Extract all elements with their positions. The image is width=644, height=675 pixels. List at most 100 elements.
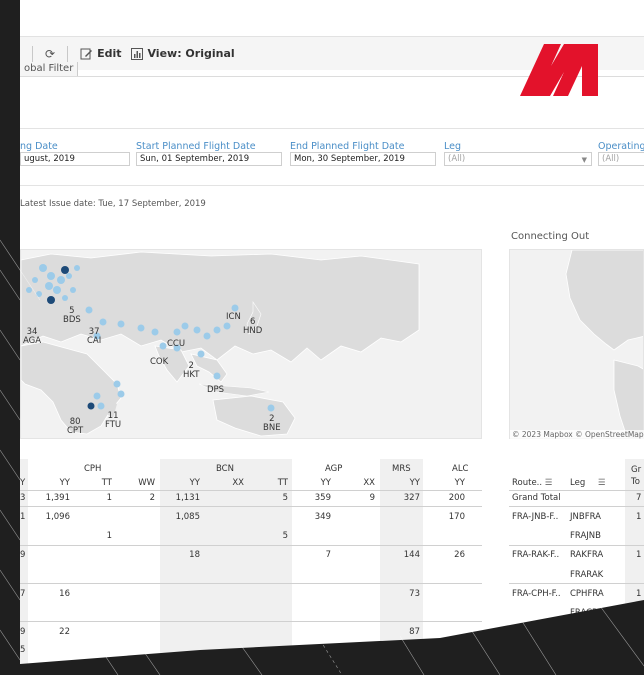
row-divider [20,545,482,546]
table-cell: 73 [409,589,420,599]
connecting-out-title: Connecting Out [511,231,590,242]
operating-select[interactable]: (All) [598,152,644,166]
edit-label: Edit [97,47,122,60]
header-route[interactable]: Route.. ☰ [512,478,552,488]
filter-label-end-date-partial: ng Date [20,141,58,152]
map-label-dps: DPS [207,386,224,395]
group-header-agp: AGP [325,464,343,474]
connecting-out-map[interactable] [509,249,644,439]
column-shade [20,459,28,673]
map-label-code: COK [150,357,169,367]
subheader: XX [363,478,375,488]
filter-label-start-planned-date: Start Planned Flight Date [136,141,256,152]
table-cell: FRA-RAK-F.. [512,550,560,560]
table-cell: 1 [106,531,112,541]
map-label-code: BDS [63,315,81,325]
leg-select[interactable]: (All) ▼ [444,152,592,166]
table-cell: 16 [59,589,70,599]
subheader: WW [138,478,155,488]
table-cell: 1 [106,493,112,503]
table-cell: 1,391 [45,493,70,503]
map-label-code: AGA [23,336,42,346]
table-cell: RAKFRA [570,550,604,560]
table-cell: 1 [636,589,642,599]
table-cell: 9 [20,550,26,560]
table-cell: 359 [314,493,331,503]
subheader: TT [101,478,112,488]
americas-map-svg [510,250,643,438]
table-cell: FRA-CPH-F.. [512,589,561,599]
table-cell: 1 [636,512,642,522]
map-label-code: ICN [226,312,241,322]
map-label-ftu: 11 FTU [105,412,121,430]
sort-icon[interactable]: ☰ [598,478,606,488]
subheader: Y [20,478,26,488]
dashboard-screenshot: { "toolbar": { "edit_label": "Edit", "vi… [0,0,644,675]
global-filter-tab[interactable]: obal Filter [20,62,79,77]
end-planned-date-input[interactable]: Mon, 30 September, 2019 [290,152,436,166]
chart-view-icon [131,47,144,60]
table-cell: 9 [20,627,26,637]
header-grand-total: Gr To [631,465,642,487]
map-label-icn: ICN [226,313,241,322]
filter-date-partial[interactable]: ugust, 2019 [20,152,130,166]
view-original-button[interactable]: View: Original [131,47,235,60]
map-label-code: FTU [105,420,122,430]
table-cell: 22 [59,627,70,637]
map-label-code: BNE [263,423,281,433]
toolbar-separator [67,45,69,62]
map-label-hkt: 2 HKT [183,362,200,380]
filter-value: (All) [602,154,620,164]
row-divider [509,545,644,546]
table-cell: FRARAK [570,570,604,580]
table-cell: 1,131 [175,493,200,503]
dot-dark [61,266,69,274]
subheader: XX [232,478,244,488]
table-cell: 1 [20,512,26,522]
filter-value: Mon, 30 September, 2019 [294,154,405,164]
header-label: Leg [570,478,586,488]
map-label-cok: COK [150,358,168,367]
row-divider [20,621,482,622]
table-cell: 5 [20,645,26,655]
sort-icon[interactable]: ☰ [545,478,553,488]
table-cell: 7 [636,493,642,503]
brand-logo [520,44,598,96]
table-cell: 3 [20,493,26,503]
map-label-code: CCU [167,339,186,349]
map-label-code: CAI [87,336,102,346]
table-cell: 200 [448,493,465,503]
refresh-icon[interactable]: ⟳ [45,47,55,61]
routes-map[interactable]: 5 BDS 34 AGA 37 CAI ICN 6 HND CCU COK 2 HKT D… [20,249,482,439]
map-label-bds: 5 BDS [63,307,81,325]
section-divider [20,128,644,129]
map-label-code: CPT [67,426,84,436]
table-cell: 5 [282,493,288,503]
table-cell: 18 [189,550,200,560]
table-cell: 327 [403,493,420,503]
edit-button[interactable]: Edit [80,47,121,60]
pivot-table: CPH BCN AGP MRS ALC Y YY TT WW YY XX TT … [20,459,482,673]
column-shade [625,459,644,673]
map-label-cai: 37 CAI [87,328,101,346]
column-shade [380,459,423,673]
header-leg[interactable]: Leg ☰ [570,478,606,488]
toolbar-separator [32,45,33,62]
table-cell: FRACPH [570,608,604,618]
group-header-cph: CPH [84,464,102,474]
table-cell: FRAJNB [570,531,601,541]
map-label-ccu: CCU [167,340,185,349]
table-cell: 1 [636,550,642,560]
table-cell: 144 [403,550,420,560]
filter-label-end-planned-date: End Planned Flight Date [290,141,405,152]
subheader: TT [277,478,288,488]
map-label-bne: 2 BNE [263,415,281,433]
dropdown-arrow-icon: ▼ [581,156,587,164]
map-label-code: HND [243,326,263,336]
map-credit: © 2023 Mapbox © OpenStreetMap [510,430,644,439]
table-cell: 2 [149,493,155,503]
filter-label-leg: Leg [444,141,462,152]
subheader: YY [189,478,200,488]
start-planned-date-input[interactable]: Sun, 01 September, 2019 [136,152,282,166]
map-label-hnd: 6 HND [243,318,262,336]
